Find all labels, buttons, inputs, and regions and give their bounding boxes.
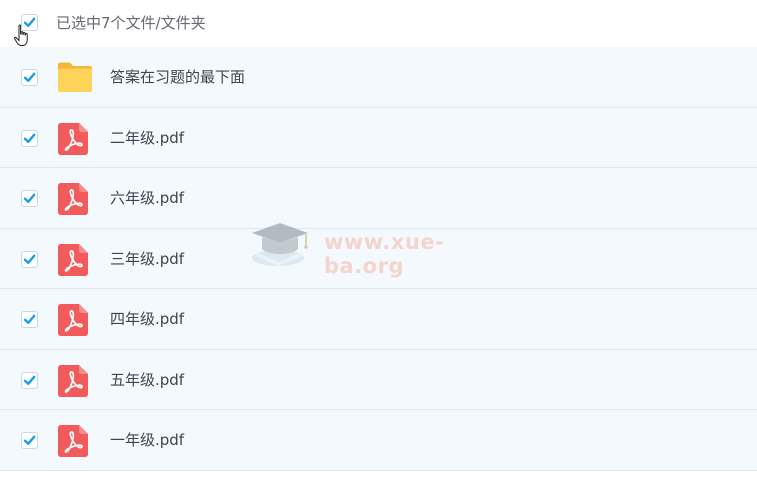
file-name[interactable]: 四年级.pdf — [110, 309, 184, 329]
check-icon — [23, 72, 36, 82]
file-name[interactable]: 二年级.pdf — [110, 128, 184, 148]
check-icon — [23, 314, 36, 324]
pdf-file-icon — [58, 364, 88, 397]
file-name[interactable]: 六年级.pdf — [110, 188, 184, 208]
list-item[interactable]: 二年级.pdf — [0, 107, 757, 168]
file-name[interactable]: 答案在习题的最下面 — [110, 67, 245, 87]
file-list-page: 已选中7个文件/文件夹 答案在习题的最下面 二年级.pdf 六年级.pdf 三年… — [0, 0, 757, 488]
file-name[interactable]: 五年级.pdf — [110, 370, 184, 390]
watermark: www.xue-ba.org — [248, 218, 518, 278]
folder-icon — [58, 62, 92, 92]
row-checkbox[interactable] — [21, 69, 38, 86]
file-name[interactable]: 一年级.pdf — [110, 430, 184, 450]
file-name[interactable]: 三年级.pdf — [110, 249, 184, 269]
watermark-text: www.xue-ba.org — [324, 230, 445, 278]
list-item[interactable]: 四年级.pdf — [0, 289, 757, 350]
check-icon — [23, 193, 36, 203]
row-checkbox[interactable] — [21, 129, 38, 147]
pdf-file-icon — [58, 304, 88, 336]
pdf-file-icon — [58, 122, 88, 155]
row-checkbox[interactable] — [21, 250, 38, 268]
graduation-cap-icon — [252, 223, 308, 266]
row-checkbox[interactable] — [21, 432, 38, 449]
pdf-file-icon — [58, 425, 88, 457]
pdf-file-icon — [58, 183, 88, 215]
check-icon — [23, 435, 36, 445]
row-checkbox[interactable] — [21, 371, 38, 389]
check-icon — [23, 133, 36, 143]
list-item[interactable]: 五年级.pdf — [0, 349, 757, 410]
list-item[interactable]: 答案在习题的最下面 — [0, 47, 757, 108]
check-icon — [23, 375, 36, 385]
list-item[interactable]: 一年级.pdf — [0, 410, 757, 471]
check-icon — [23, 254, 36, 264]
selection-header: 已选中7个文件/文件夹 — [0, 0, 757, 47]
row-checkbox[interactable] — [21, 190, 38, 207]
hand-pointer-icon — [13, 24, 28, 46]
selection-count-label: 已选中7个文件/文件夹 — [56, 14, 206, 32]
pdf-file-icon — [58, 243, 88, 276]
row-checkbox[interactable] — [21, 311, 38, 328]
